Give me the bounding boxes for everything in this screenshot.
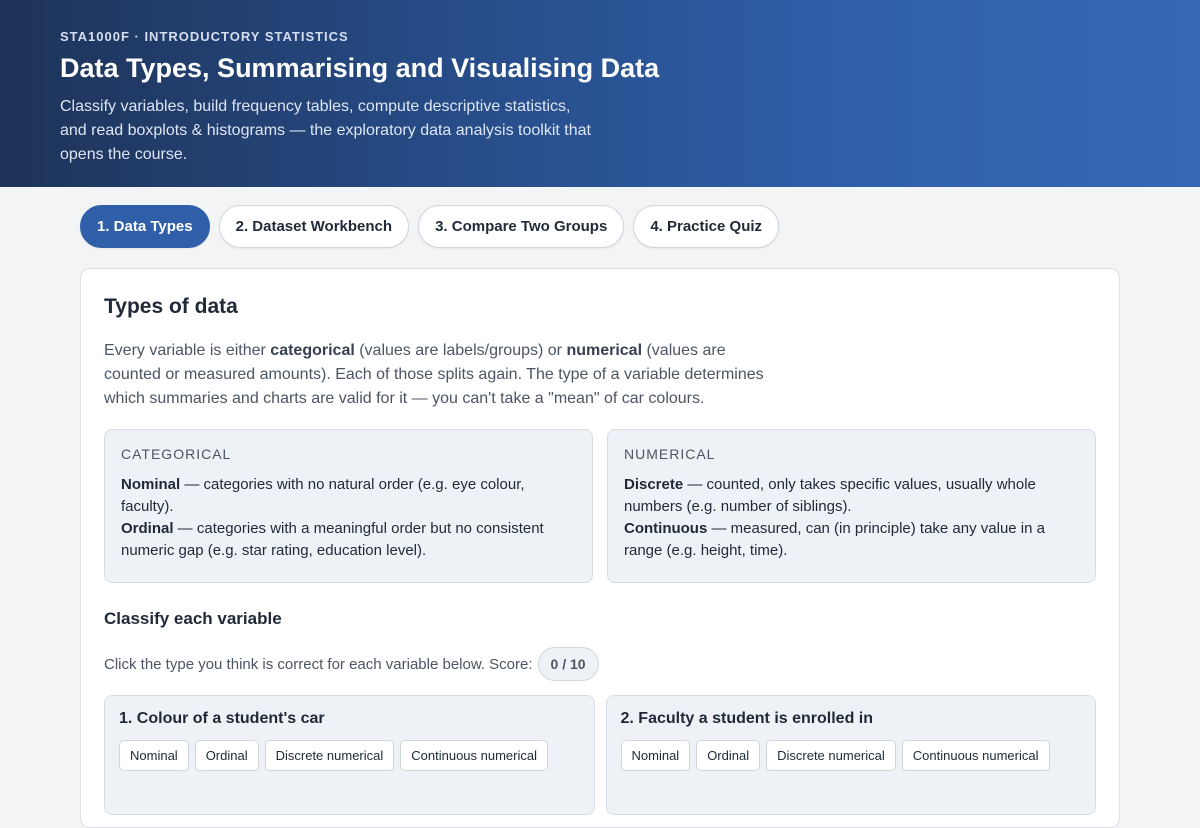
tab-dataset-workbench[interactable]: 2. Dataset Workbench: [218, 205, 410, 248]
tab-data-types[interactable]: 1. Data Types: [80, 205, 210, 248]
numerical-box: NUMERICAL Discrete — counted, only takes…: [607, 429, 1096, 583]
option-continuous-button[interactable]: Continuous numerical: [901, 740, 1050, 771]
ordinal-definition: Ordinal — categories with a meaningful o…: [121, 520, 544, 559]
option-discrete-button[interactable]: Discrete numerical: [264, 740, 395, 771]
score-row: Click the type you think is correct for …: [104, 647, 1096, 681]
classify-instruction: Click the type you think is correct for …: [104, 655, 533, 673]
answer-options: Nominal Ordinal Discrete numerical Conti…: [119, 740, 580, 771]
categorical-heading: CATEGORICAL: [121, 446, 232, 462]
question-label: 2. Faculty a student is enrolled in: [620, 710, 874, 727]
numerical-heading: NUMERICAL: [624, 446, 716, 462]
page-title: Data Types, Summarising and Visualising …: [60, 53, 660, 83]
option-continuous-button[interactable]: Continuous numerical: [400, 740, 548, 771]
tab-practice-quiz[interactable]: 4. Practice Quiz: [633, 205, 780, 248]
course-code: STA1000F · INTRODUCTORY STATISTICS: [60, 29, 349, 44]
hero-banner: STA1000F · INTRODUCTORY STATISTICS Data …: [0, 0, 1200, 187]
question-label: 1. Colour of a student's car: [119, 710, 325, 727]
option-nominal-button[interactable]: Nominal: [620, 740, 691, 771]
option-discrete-button[interactable]: Discrete numerical: [766, 740, 896, 771]
option-nominal-button[interactable]: Nominal: [119, 740, 189, 771]
classify-title: Classify each variable: [104, 609, 282, 628]
question-grid: 1. Colour of a student's car Nominal Ord…: [104, 695, 1096, 815]
section-intro: Every variable is either categorical (va…: [104, 342, 764, 407]
nominal-definition: Nominal — categories with no natural ord…: [121, 476, 525, 515]
data-type-definitions: CATEGORICAL Nominal — categories with no…: [104, 429, 1096, 583]
discrete-definition: Discrete — counted, only takes specific …: [624, 476, 1036, 515]
question-card: 2. Faculty a student is enrolled in Nomi…: [605, 695, 1096, 815]
categorical-box: CATEGORICAL Nominal — categories with no…: [104, 429, 593, 583]
page-subtitle: Classify variables, build frequency tabl…: [60, 98, 591, 163]
continuous-definition: Continuous — measured, can (in principle…: [624, 520, 1045, 559]
tab-compare-two-groups[interactable]: 3. Compare Two Groups: [418, 205, 625, 248]
tab-bar: 1. Data Types 2. Dataset Workbench 3. Co…: [0, 187, 1200, 248]
score-badge: 0 / 10: [537, 647, 599, 681]
option-ordinal-button[interactable]: Ordinal: [194, 740, 259, 771]
answer-options: Nominal Ordinal Discrete numerical Conti…: [620, 740, 1082, 771]
question-card: 1. Colour of a student's car Nominal Ord…: [104, 695, 595, 815]
option-ordinal-button[interactable]: Ordinal: [696, 740, 761, 771]
content-card: Types of data Every variable is either c…: [80, 268, 1120, 828]
section-title: Types of data: [104, 295, 238, 318]
